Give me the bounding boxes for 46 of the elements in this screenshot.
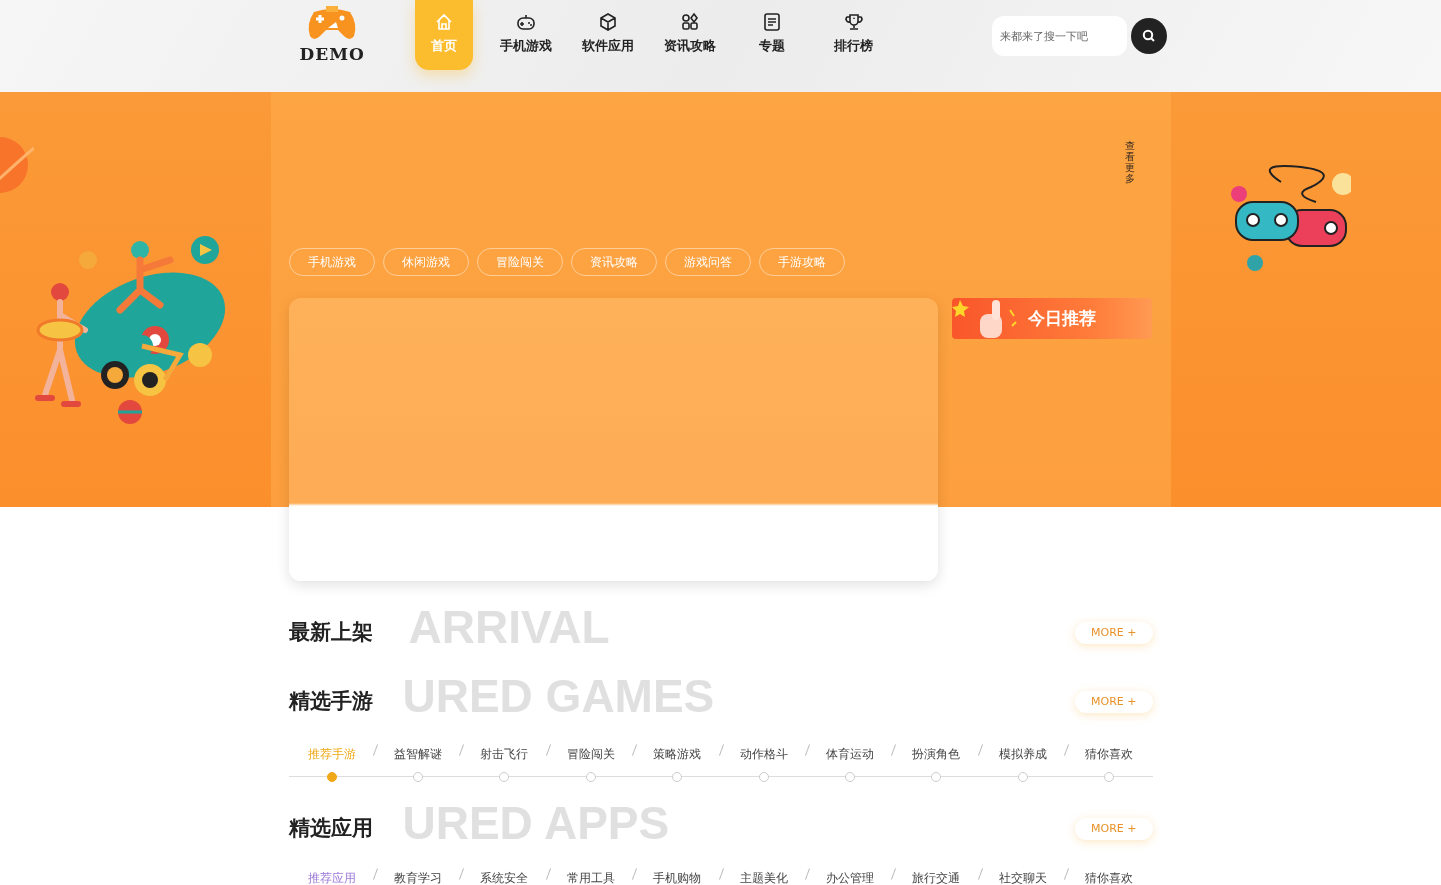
category-tab[interactable]: 模拟养成	[998, 747, 1047, 761]
nav-item[interactable]: 软件应用	[578, 0, 637, 70]
search-button[interactable]	[1130, 18, 1167, 54]
category-tab[interactable]: 主题美化	[739, 871, 788, 885]
category-tab[interactable]: 推荐应用	[307, 871, 356, 885]
cube-icon	[597, 12, 618, 32]
category-tab[interactable]: 旅行交通	[912, 871, 961, 885]
nav-item[interactable]: 专题	[742, 0, 801, 70]
category-tab[interactable]: 猜你喜欢	[1085, 871, 1134, 885]
category-tab[interactable]: 射击飞行	[480, 747, 529, 761]
indicator-dot	[499, 772, 510, 782]
logo-text: DEMO	[299, 46, 365, 63]
document-icon	[761, 12, 782, 32]
vertical-label: 查看更多	[1124, 140, 1135, 184]
indicator-dot	[585, 772, 596, 782]
nav-item[interactable]: 资讯攻略	[660, 0, 719, 70]
category-tab[interactable]: 手机购物	[653, 871, 702, 885]
category-tab[interactable]: 动作格斗	[739, 747, 788, 761]
category-tab[interactable]: 常用工具	[566, 871, 615, 885]
category-tab[interactable]: 猜你喜欢	[1085, 747, 1134, 761]
indicator-dot	[1104, 772, 1115, 782]
section-title: 最新上架	[288, 619, 373, 647]
category-tab[interactable]: 益智解谜	[394, 747, 443, 761]
category-tab[interactable]: 冒险闯关	[566, 747, 615, 761]
grid-icon	[679, 12, 700, 32]
category-tab[interactable]: 策略游戏	[653, 747, 702, 761]
indicator-dot	[1017, 772, 1028, 782]
nav-item[interactable]: 手机游戏	[496, 0, 555, 70]
category-tab[interactable]: 体育运动	[826, 747, 875, 761]
indicator-dot	[758, 772, 769, 782]
indicator-dot	[931, 772, 942, 782]
nav-item[interactable]: 排行榜	[824, 0, 883, 70]
indicator-dot	[845, 772, 856, 782]
gamepad-icon	[515, 12, 536, 32]
category-tab[interactable]: 办公管理	[826, 871, 875, 885]
search-field[interactable]: 来都来了搜一下吧	[991, 16, 1127, 56]
category-tab[interactable]: 系统安全	[480, 871, 529, 885]
section-title: 精选手游	[288, 688, 373, 716]
category-tab[interactable]: 社交聊天	[998, 871, 1047, 885]
category-tab[interactable]: 扮演角色	[912, 747, 961, 761]
search-icon	[1141, 29, 1156, 43]
category-tab[interactable]: 教育学习	[394, 871, 443, 885]
trophy-icon	[843, 12, 864, 32]
indicator-dot	[672, 772, 683, 782]
section-title: 精选应用	[288, 815, 373, 843]
indicator-dot	[413, 772, 424, 782]
